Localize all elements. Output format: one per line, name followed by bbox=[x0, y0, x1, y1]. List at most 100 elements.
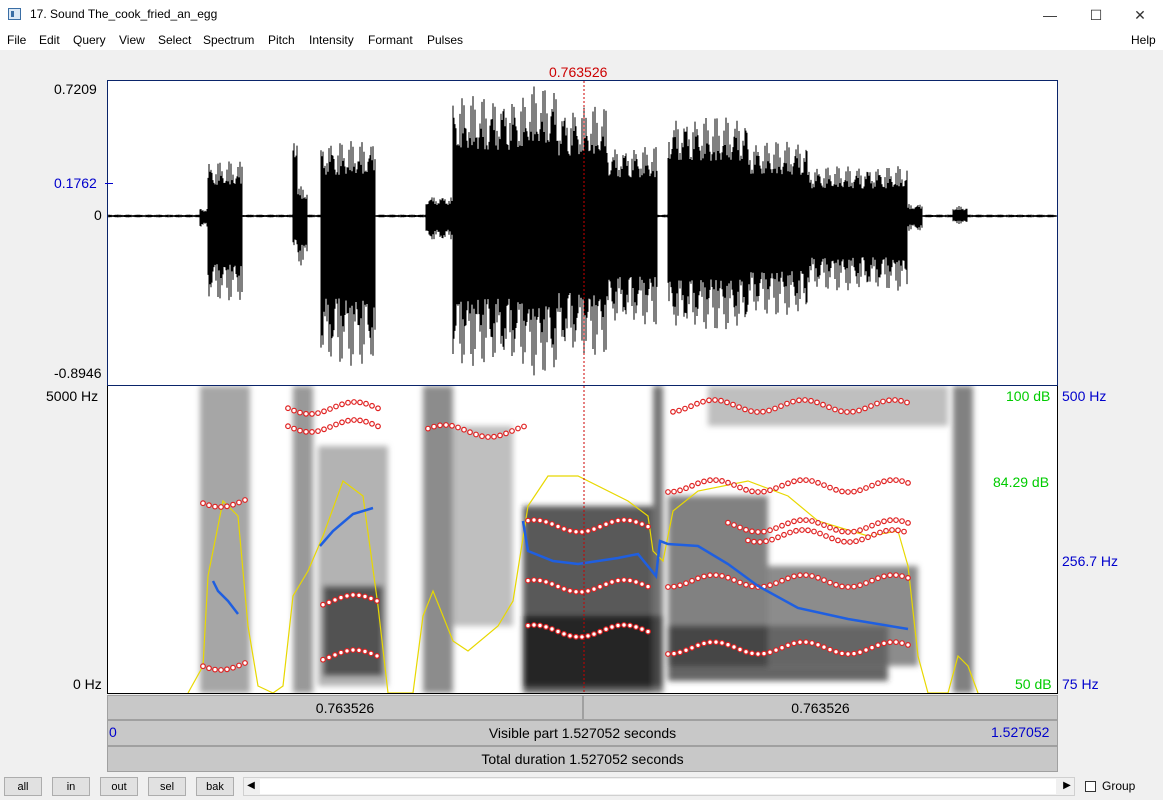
menu-intensity[interactable]: Intensity bbox=[309, 33, 354, 47]
menu-pitch[interactable]: Pitch bbox=[268, 33, 295, 47]
formant-point bbox=[567, 527, 573, 534]
formant-point bbox=[892, 397, 898, 403]
menu-file[interactable]: File bbox=[7, 33, 26, 47]
minimize-button[interactable]: — bbox=[1027, 0, 1073, 30]
formant-point bbox=[803, 639, 809, 646]
formant-point bbox=[899, 518, 905, 525]
formant-point bbox=[887, 477, 893, 484]
scroll-thumb[interactable] bbox=[260, 779, 1056, 794]
scroll-left-icon[interactable]: ◀ bbox=[244, 780, 258, 791]
formant-point bbox=[621, 577, 627, 583]
menu-help[interactable]: Help bbox=[1131, 33, 1156, 47]
zoom-sel-button[interactable]: sel bbox=[148, 777, 186, 796]
zoom-in-button[interactable]: in bbox=[52, 777, 90, 796]
formant-point bbox=[706, 397, 712, 404]
formant-point bbox=[627, 577, 633, 584]
spectrogram-top-freq: 5000 Hz bbox=[46, 388, 99, 404]
waveform-panel[interactable] bbox=[107, 80, 1058, 386]
formant-point bbox=[356, 647, 362, 654]
formant-point bbox=[827, 524, 833, 531]
formant-point bbox=[719, 477, 725, 484]
formant-point bbox=[326, 654, 332, 661]
formant-point bbox=[869, 482, 875, 489]
formant-point bbox=[645, 628, 651, 635]
formant-point bbox=[671, 583, 677, 590]
maximize-button[interactable]: ☐ bbox=[1073, 0, 1119, 30]
formant-point bbox=[863, 485, 869, 491]
segment-left[interactable]: 0.763526 bbox=[107, 695, 583, 720]
formant-point bbox=[809, 478, 815, 484]
formant-point bbox=[615, 577, 621, 584]
formant-point bbox=[242, 497, 248, 503]
formant-point bbox=[730, 401, 736, 408]
formant-point bbox=[707, 572, 713, 579]
formant-point bbox=[218, 504, 224, 510]
formant-point bbox=[543, 623, 549, 630]
zoom-out-button[interactable]: out bbox=[100, 777, 138, 796]
formant-point bbox=[701, 478, 707, 485]
formant-point bbox=[627, 622, 633, 629]
formant-point bbox=[725, 641, 731, 648]
formant-point bbox=[779, 644, 785, 651]
formant-point bbox=[627, 517, 633, 524]
horizontal-scrollbar[interactable]: ◀ ▶ bbox=[243, 777, 1075, 796]
formant-point bbox=[779, 522, 785, 529]
formant-point bbox=[479, 433, 485, 440]
formant-point bbox=[827, 579, 833, 586]
formant-point bbox=[787, 529, 793, 536]
formant-point bbox=[473, 431, 479, 438]
spectrogram-energy-region bbox=[423, 386, 453, 693]
zoom-all-button[interactable]: all bbox=[4, 777, 42, 796]
formant-point bbox=[886, 397, 892, 404]
menu-edit[interactable]: Edit bbox=[39, 33, 60, 47]
formant-point bbox=[573, 528, 579, 535]
formant-point bbox=[815, 641, 821, 648]
segment-right[interactable]: 0.763526 bbox=[583, 695, 1058, 720]
group-checkbox[interactable] bbox=[1085, 781, 1096, 792]
menu-query[interactable]: Query bbox=[73, 33, 106, 47]
formant-point bbox=[838, 408, 844, 415]
formant-point bbox=[291, 425, 297, 432]
formant-point bbox=[677, 487, 683, 494]
formant-point bbox=[671, 488, 677, 495]
scroll-right-icon[interactable]: ▶ bbox=[1060, 780, 1074, 791]
menu-select[interactable]: Select bbox=[158, 33, 191, 47]
formant-point bbox=[206, 665, 212, 672]
formant-point bbox=[881, 573, 887, 580]
formant-point bbox=[327, 424, 333, 430]
formant-point bbox=[315, 428, 321, 434]
waveform-plot bbox=[108, 81, 1057, 385]
menu-view[interactable]: View bbox=[119, 33, 145, 47]
formant-point bbox=[779, 577, 785, 584]
formant-point bbox=[809, 573, 815, 579]
formant-point bbox=[567, 587, 573, 594]
formant-point bbox=[737, 646, 743, 653]
menu-pulses[interactable]: Pulses bbox=[427, 33, 463, 47]
menu-formant[interactable]: Formant bbox=[368, 33, 413, 47]
formant-point bbox=[362, 593, 368, 600]
zoom-back-button[interactable]: bak bbox=[196, 777, 234, 796]
formant-point bbox=[555, 523, 561, 530]
menu-spectrum[interactable]: Spectrum bbox=[203, 33, 254, 47]
formant-point bbox=[832, 406, 838, 413]
formant-point bbox=[803, 477, 809, 483]
waveform-trace bbox=[108, 86, 1057, 376]
close-button[interactable]: ✕ bbox=[1117, 0, 1163, 30]
formant-point bbox=[821, 482, 827, 488]
total-duration-bar[interactable]: Total duration 1.527052 seconds bbox=[107, 746, 1058, 772]
formant-point bbox=[766, 407, 772, 414]
visible-part-bar[interactable]: Visible part 1.527052 seconds bbox=[107, 720, 1058, 746]
formant-point bbox=[790, 398, 796, 405]
formant-point bbox=[609, 519, 615, 525]
formant-point bbox=[671, 650, 677, 657]
formant-point bbox=[224, 503, 230, 510]
formant-point bbox=[713, 572, 719, 579]
formant-point bbox=[503, 430, 509, 437]
formant-point bbox=[695, 575, 701, 582]
formant-point bbox=[665, 651, 671, 657]
formant-point bbox=[362, 648, 368, 655]
spectrogram-panel[interactable] bbox=[107, 386, 1058, 694]
formant-point bbox=[791, 518, 797, 525]
formant-point bbox=[904, 399, 910, 406]
formant-point bbox=[895, 527, 901, 534]
